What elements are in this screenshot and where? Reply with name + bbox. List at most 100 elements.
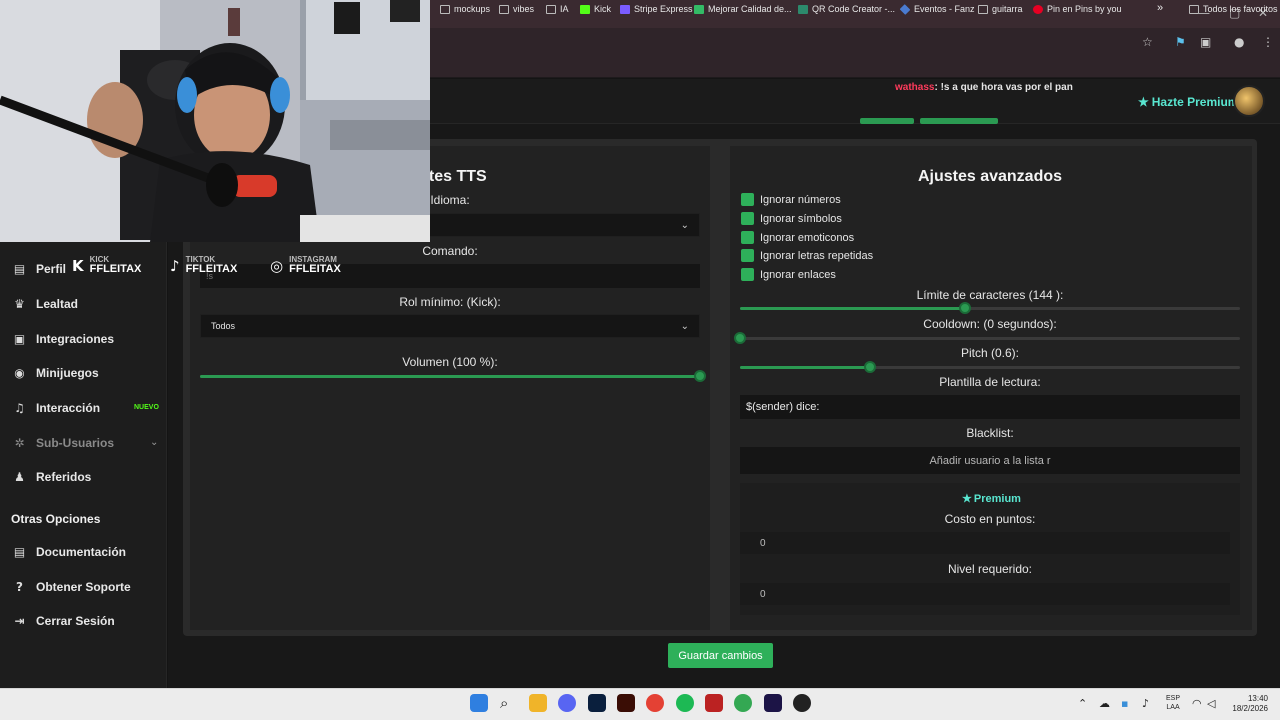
microphone-icon[interactable]: ♪ xyxy=(1142,697,1149,710)
bookmark-stripe[interactable]: Stripe Express xyxy=(620,4,693,14)
gamepad-icon: ◉ xyxy=(14,366,25,380)
plantilla-label: Plantilla de lectura: xyxy=(939,375,1041,389)
volumen-label: Volumen (100 %): xyxy=(402,355,498,369)
sidebar-item-interaccion[interactable]: ♫ Interacción xyxy=(12,401,100,415)
wifi-icon[interactable]: ◠ xyxy=(1192,697,1202,710)
sidebar-item-lealtad[interactable]: ♛ Lealtad xyxy=(12,297,78,311)
illustrator-icon[interactable] xyxy=(617,694,635,712)
chevron-down-icon: ⌄ xyxy=(680,219,689,231)
chat-username: wathass xyxy=(895,82,935,93)
advanced-title: Ajustes avanzados xyxy=(917,168,1063,185)
limite-label: Límite de caracteres (144 ): xyxy=(916,288,1064,302)
file-explorer-icon[interactable] xyxy=(529,694,547,712)
folder-icon xyxy=(440,4,450,14)
kick-social-badge: K KICK FFLEITAX xyxy=(72,255,142,275)
costo-label: Costo en puntos: xyxy=(944,512,1036,526)
extensions-puzzle-icon[interactable]: ▣ xyxy=(1200,35,1211,49)
ignore-numbers-checkbox[interactable]: Ignorar números xyxy=(741,193,841,206)
app-tray-icon[interactable]: ▪ xyxy=(1121,697,1128,710)
chrome-profile-icon[interactable] xyxy=(734,694,752,712)
cooldown-label: Cooldown: (0 segundos): xyxy=(923,317,1057,331)
blacklist-input[interactable]: Añadir usuario a la lista r xyxy=(740,447,1240,474)
app-icon[interactable] xyxy=(705,694,723,712)
plug-icon: ▣ xyxy=(13,332,26,346)
tiktok-social-badge: ♪ TIKTOK FFLEITAX xyxy=(170,255,238,275)
input-language[interactable]: ESP LAA xyxy=(1166,694,1180,712)
nivel-label: Nivel requerido: xyxy=(947,562,1033,576)
menu-dots-icon[interactable]: ⋮ xyxy=(1262,35,1274,49)
checkbox-checked[interactable] xyxy=(741,231,754,244)
volumen-slider-thumb[interactable] xyxy=(694,370,706,382)
chrome-icon[interactable] xyxy=(646,694,664,712)
blacklist-label: Blacklist: xyxy=(966,426,1014,440)
bookmark-pinterest[interactable]: Pin en Pins by you xyxy=(1033,4,1122,14)
extension-icon[interactable]: ⚑ xyxy=(1175,35,1186,49)
sidebar-item-minijuegos[interactable]: ◉ Minijuegos xyxy=(12,366,98,380)
question-icon: ? xyxy=(16,580,23,594)
sidebar-item-documentacion[interactable]: ▤ Documentación xyxy=(12,545,126,559)
avatar[interactable] xyxy=(1233,85,1265,117)
bookmark-kick[interactable]: Kick xyxy=(580,4,611,14)
bookmark-star-icon[interactable]: ☆ xyxy=(1142,35,1153,49)
checkbox-checked[interactable] xyxy=(741,212,754,225)
hazte-premium-link[interactable]: ★ Hazte Premium xyxy=(1138,95,1238,109)
spotify-icon[interactable] xyxy=(676,694,694,712)
webcam-image xyxy=(0,0,430,242)
ignore-symbols-checkbox[interactable]: Ignorar símbolos xyxy=(741,212,842,225)
clock[interactable]: 13:40 18/2/2026 xyxy=(1226,694,1268,714)
search-icon[interactable]: ⌕ xyxy=(500,694,508,712)
chevron-down-icon[interactable]: ⌄ xyxy=(150,437,158,448)
limite-slider-fill xyxy=(740,307,965,310)
costo-input[interactable]: 0 xyxy=(740,532,1230,554)
kick-logo-icon: K xyxy=(72,256,84,275)
rol-minimo-select[interactable]: Todos ⌄ xyxy=(200,314,700,338)
sidebar-item-perfil[interactable]: ▤ Perfil xyxy=(12,262,66,276)
pitch-slider-thumb[interactable] xyxy=(864,361,876,373)
bookmarks-overflow[interactable]: » xyxy=(1157,2,1163,14)
bookmark-all-favorites[interactable]: Todos los favoritos xyxy=(1189,4,1278,14)
profile-icon[interactable]: ● xyxy=(1234,35,1244,49)
sidebar-item-sub-usuarios[interactable]: ✲ Sub-Usuarios xyxy=(12,436,114,450)
volume-icon[interactable]: ◁ xyxy=(1207,697,1215,710)
start-icon[interactable] xyxy=(470,694,488,712)
star-icon: ★ xyxy=(962,493,972,505)
discord-icon[interactable] xyxy=(558,694,576,712)
limite-slider-thumb[interactable] xyxy=(959,302,971,314)
kick-icon xyxy=(580,4,590,14)
sidebar-item-cerrar-sesion[interactable]: ⇥ Cerrar Sesión xyxy=(12,614,114,628)
bookmark-guitarra[interactable]: guitarra xyxy=(978,4,1023,14)
cloud-off-icon[interactable]: ☁ xyxy=(1099,697,1110,710)
music-icon: ♫ xyxy=(14,401,25,415)
folder-icon xyxy=(978,4,988,14)
pitch-slider-fill xyxy=(740,366,870,369)
ignore-emotes-checkbox[interactable]: Ignorar emoticonos xyxy=(741,231,854,244)
checkbox-checked[interactable] xyxy=(741,268,754,281)
cooldown-slider-track[interactable] xyxy=(740,337,1240,340)
stripe-icon xyxy=(620,4,630,14)
ignore-links-checkbox[interactable]: Ignorar enlaces xyxy=(741,268,836,281)
bookmark-vibes[interactable]: vibes xyxy=(499,4,534,14)
id-card-icon: ▤ xyxy=(13,262,26,276)
ignore-repeated-checkbox[interactable]: Ignorar letras repetidas xyxy=(741,249,873,262)
chevron-up-icon[interactable]: ⌃ xyxy=(1078,697,1087,710)
bookmark-qr[interactable]: QR Code Creator -... xyxy=(798,4,895,14)
bookmark-ia[interactable]: IA xyxy=(546,4,569,14)
plantilla-input[interactable]: $(sender) dice: xyxy=(740,395,1240,419)
chat-overlay-message: wathass: !s a que hora vas por el pan xyxy=(895,82,1073,93)
bookmark-mejorar[interactable]: Mejorar Calidad de... xyxy=(694,4,792,14)
nivel-input[interactable]: 0 xyxy=(740,583,1230,605)
bookmark-eventos[interactable]: Eventos - Fanz xyxy=(899,3,975,15)
premiere-icon[interactable] xyxy=(764,694,782,712)
checkbox-checked[interactable] xyxy=(741,193,754,206)
bookmark-mockups[interactable]: mockups xyxy=(440,4,490,14)
save-button[interactable]: Guardar cambios xyxy=(668,643,773,668)
checkbox-checked[interactable] xyxy=(741,249,754,262)
sidebar-item-referidos[interactable]: ♟ Referidos xyxy=(12,470,91,484)
sidebar-item-soporte[interactable]: ? Obtener Soporte xyxy=(12,580,131,594)
sidebar-item-integraciones[interactable]: ▣ Integraciones xyxy=(12,332,114,346)
photoshop-icon[interactable] xyxy=(588,694,606,712)
cooldown-slider-thumb[interactable] xyxy=(734,332,746,344)
tts-title: stes TTS xyxy=(420,168,487,185)
obs-icon[interactable] xyxy=(793,694,811,712)
sidebar-section-title: Otras Opciones xyxy=(11,512,101,526)
